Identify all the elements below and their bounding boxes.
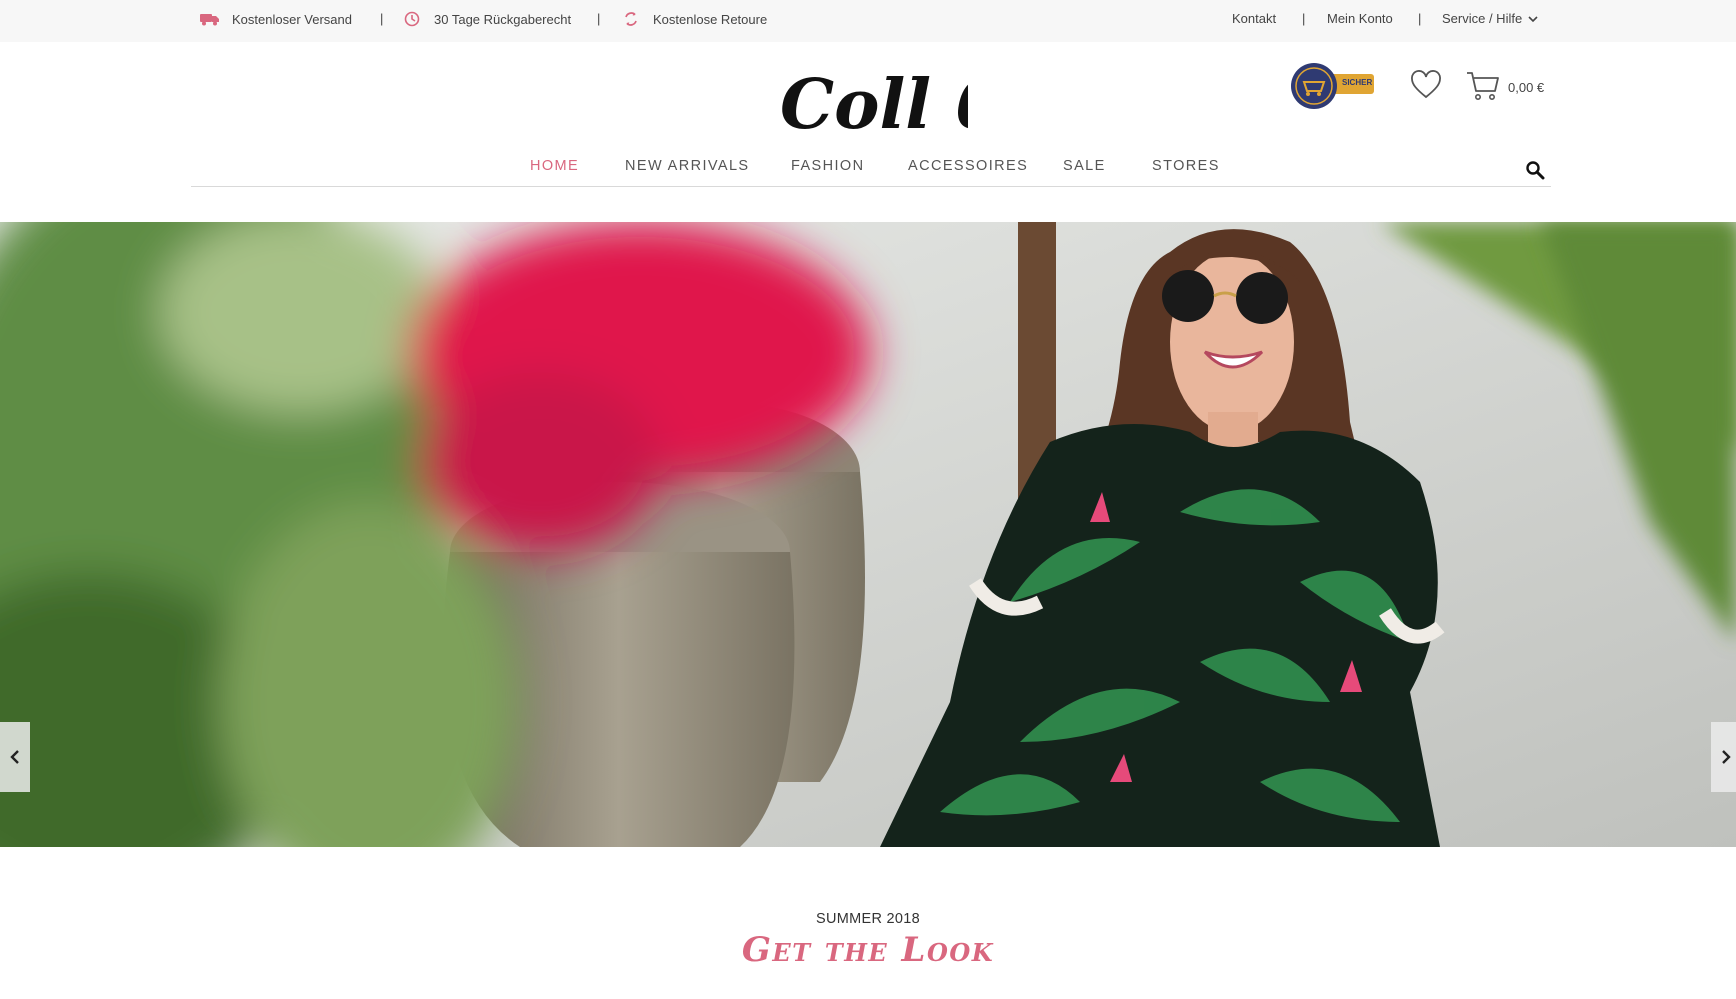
chevron-down-icon	[1528, 16, 1538, 23]
store-logo[interactable]: Coll 64	[778, 58, 1049, 145]
slider-prev-button[interactable]	[0, 722, 30, 792]
my-account-link[interactable]: Mein Konto	[1327, 0, 1393, 38]
usp-label: 30 Tage Rückgaberecht	[434, 11, 572, 27]
wishlist-heart-icon[interactable]	[1410, 70, 1442, 100]
nav-item-home[interactable]: HOME	[530, 154, 579, 178]
truck-icon	[200, 9, 220, 29]
cart-icon[interactable]	[1466, 70, 1500, 102]
nav-item-sale[interactable]: SALE	[1063, 154, 1106, 178]
section-kicker: SUMMER 2018	[815, 911, 921, 927]
top-bar: Kostenloser Versand | 30 Tage Rückgabere…	[0, 0, 1736, 42]
usp-free-shipping: Kostenloser Versand	[200, 0, 352, 38]
usp-label: Kostenlose Retoure	[653, 11, 768, 27]
refresh-icon	[621, 9, 641, 29]
separator: |	[597, 11, 601, 26]
usp-label: Kostenloser Versand	[232, 11, 352, 27]
section-headline: Get the Look	[741, 930, 995, 970]
cart-total[interactable]: 0,00 €	[1508, 80, 1544, 95]
trust-badge-label: SICHER	[1342, 78, 1372, 87]
hero-slider[interactable]	[0, 222, 1736, 847]
clock-icon	[402, 9, 422, 29]
service-help-dropdown[interactable]: Service / Hilfe	[1442, 0, 1538, 38]
trusted-shop-badge[interactable]: SICHER	[1290, 60, 1376, 112]
nav-divider	[191, 186, 1551, 187]
slider-next-button[interactable]	[1711, 722, 1736, 792]
nav-item-accessoires[interactable]: ACCESSOIRES	[908, 154, 1028, 178]
separator: |	[380, 11, 384, 26]
separator: |	[1418, 11, 1422, 26]
usp-free-return: Kostenlose Retoure	[621, 0, 767, 38]
nav-item-new-arrivals[interactable]: NEW ARRIVALS	[625, 154, 750, 178]
logo-text: Coll 64	[780, 65, 968, 138]
service-help-label: Service / Hilfe	[1442, 11, 1523, 26]
separator: |	[1302, 11, 1306, 26]
contact-link[interactable]: Kontakt	[1232, 0, 1276, 38]
nav-item-fashion[interactable]: FASHION	[791, 154, 864, 178]
chevron-right-icon	[1722, 750, 1731, 764]
nav-item-stores[interactable]: STORES	[1152, 154, 1220, 178]
chevron-left-icon	[10, 750, 19, 764]
usp-return-period: 30 Tage Rückgaberecht	[402, 0, 571, 38]
search-icon[interactable]	[1525, 160, 1545, 180]
hero-image	[0, 222, 1736, 847]
